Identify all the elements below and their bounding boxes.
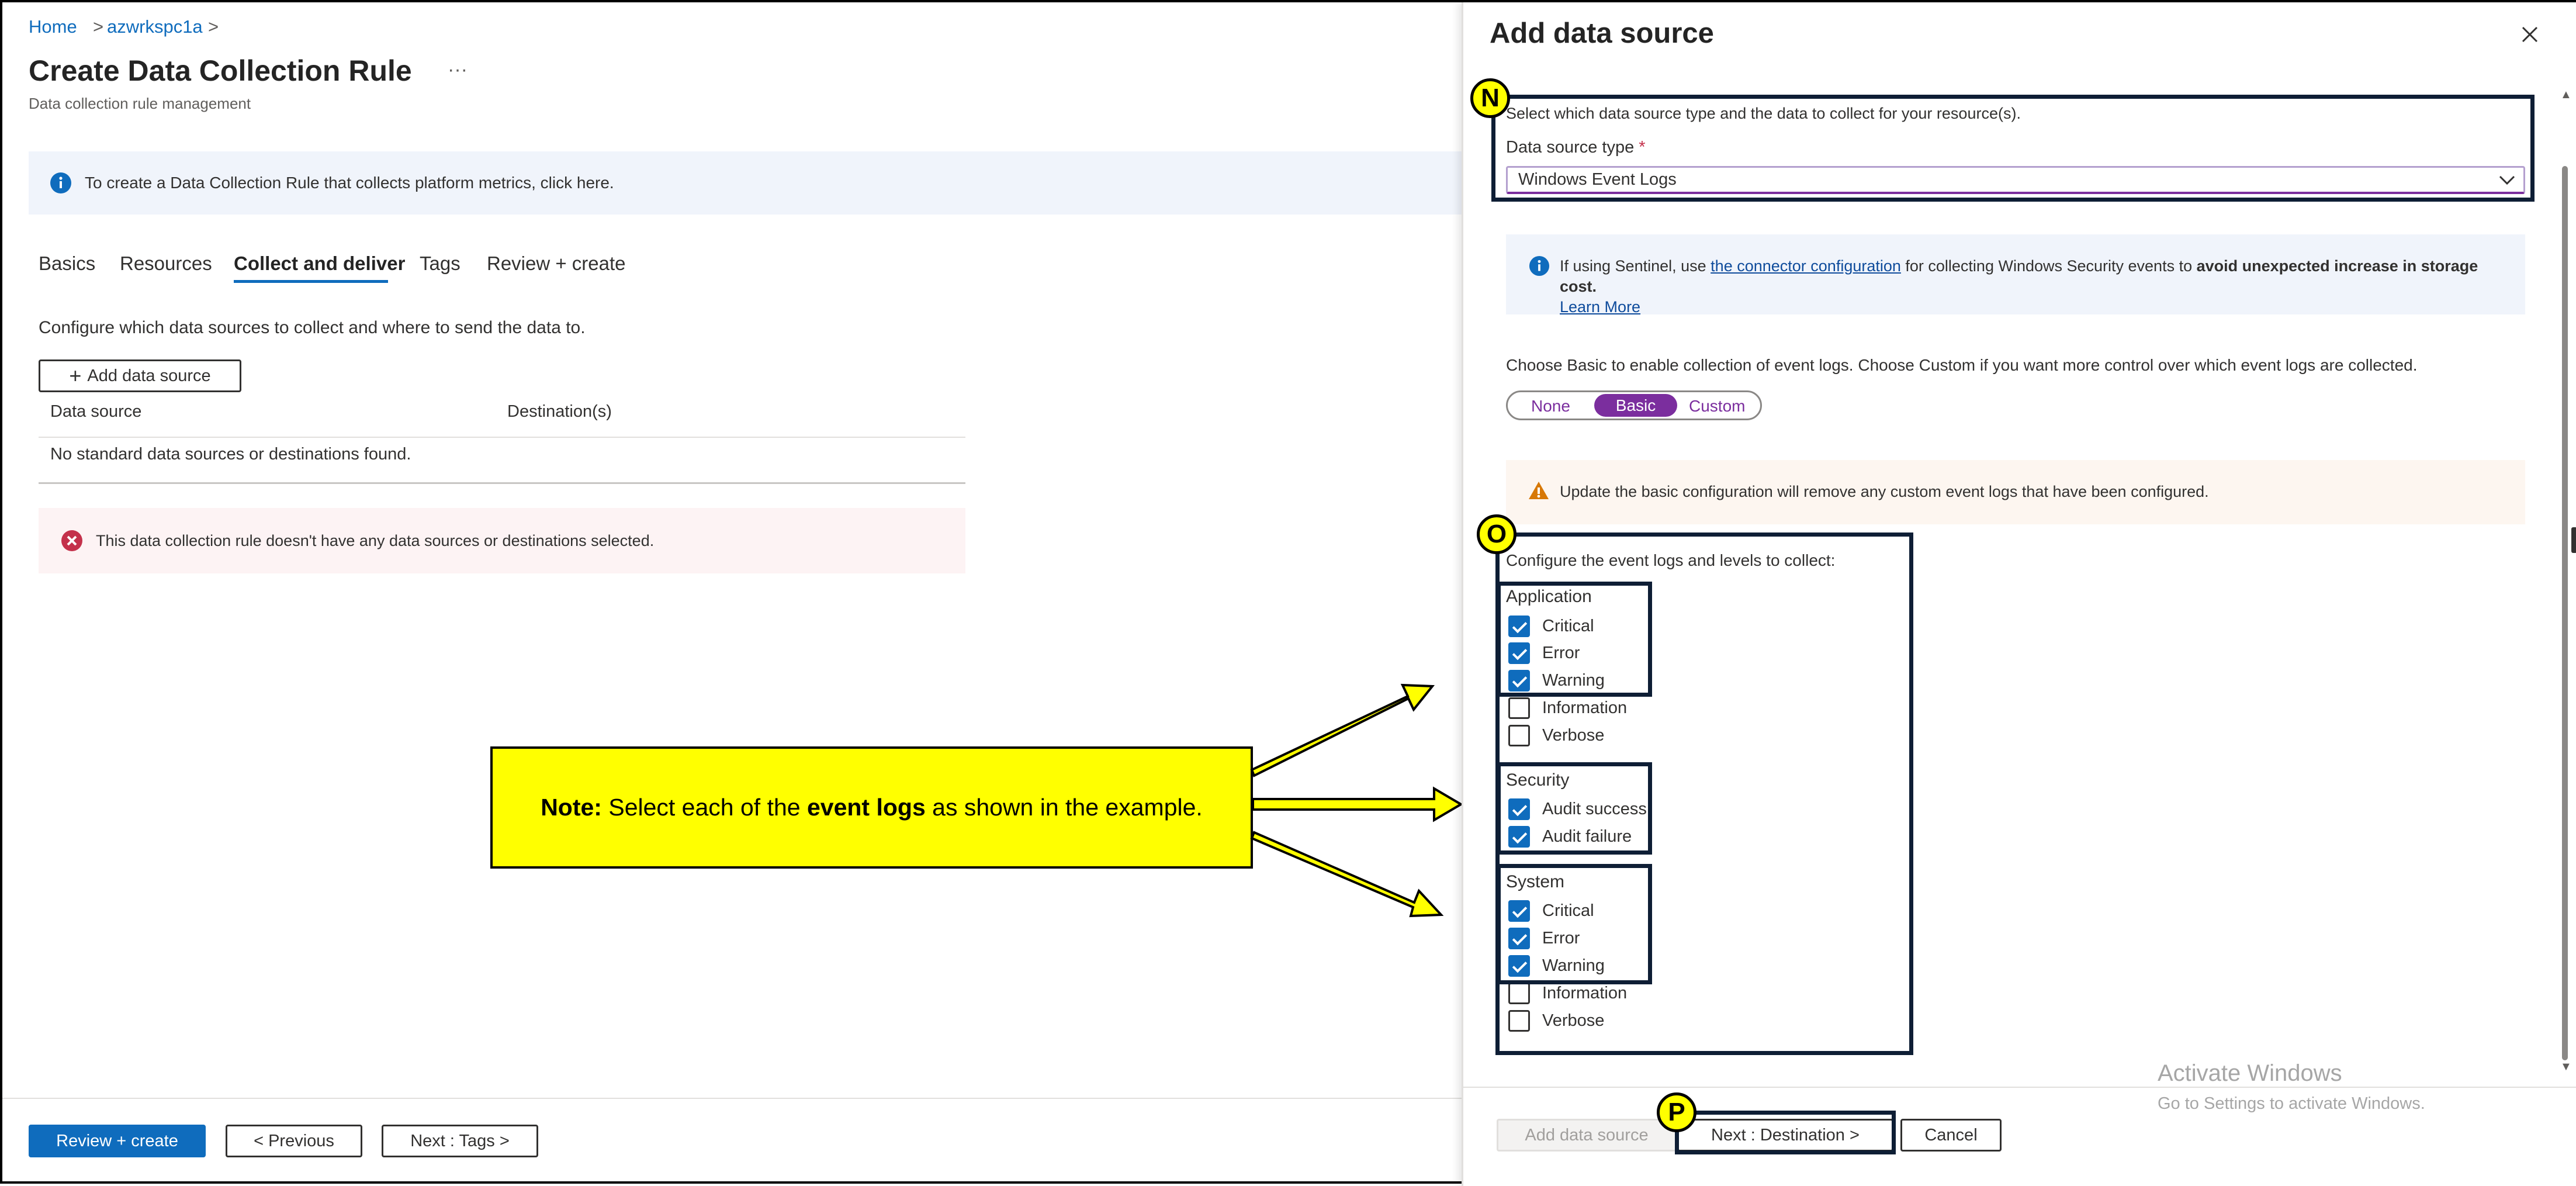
panel-footer-divider (1462, 1087, 2576, 1088)
callout-arrow-right (1252, 786, 1463, 822)
mode-basic-option[interactable]: Basic (1594, 394, 1677, 417)
warning-icon (1529, 482, 1549, 499)
connector-configuration-link[interactable]: the connector configuration (1711, 257, 1901, 275)
step-badge-o: O (1477, 514, 1516, 554)
step-badge-p: P (1657, 1092, 1696, 1132)
scroll-down-arrow-icon[interactable]: ▼ (2560, 1060, 2572, 1074)
close-icon[interactable] (2521, 26, 2539, 43)
sentinel-info-text: If using Sentinel, use the connector con… (1560, 256, 2518, 317)
callout-arrow-down (1250, 831, 1444, 918)
warning-text: Update the basic configuration will remo… (1560, 483, 2209, 500)
window-scroll-indicator (2571, 527, 2576, 553)
scroll-up-arrow-icon[interactable]: ▲ (2560, 88, 2572, 102)
mode-none-option[interactable]: None (1531, 397, 1570, 416)
collection-mode-toggle: None Basic Custom (1506, 390, 1762, 420)
highlight-box-system-levels (1497, 864, 1652, 984)
step-badge-n: N (1470, 78, 1510, 118)
sentinel-text-pre: If using Sentinel, use (1560, 257, 1711, 275)
highlight-box-next-destination (1675, 1111, 1896, 1154)
highlight-box-security-levels (1497, 762, 1652, 855)
mode-description: Choose Basic to enable collection of eve… (1506, 356, 2418, 374)
scrollbar-thumb[interactable] (2562, 166, 2568, 1060)
panel-scrollbar[interactable]: ▲ ▼ (2559, 88, 2572, 1074)
learn-more-link[interactable]: Learn More (1560, 298, 1640, 316)
callout-arrow-up (1250, 683, 1435, 777)
info-icon (1529, 255, 1550, 276)
highlight-box-application-levels (1497, 582, 1652, 697)
sentinel-text-mid: for collecting Windows Security events t… (1900, 257, 2197, 275)
activate-windows-subtitle: Go to Settings to activate Windows. (2158, 1094, 2425, 1113)
highlight-box-data-source-type (1491, 95, 2535, 202)
screenshot-frame: Home > azwrkspc1a > Create Data Collecti… (0, 0, 2576, 1186)
cancel-button[interactable]: Cancel (1900, 1119, 2002, 1152)
add-data-source-submit-button[interactable]: Add data source (1497, 1119, 1677, 1152)
panel-title: Add data source (1490, 18, 1714, 49)
activate-windows-title: Activate Windows (2158, 1060, 2342, 1086)
mode-custom-option[interactable]: Custom (1689, 397, 1745, 416)
